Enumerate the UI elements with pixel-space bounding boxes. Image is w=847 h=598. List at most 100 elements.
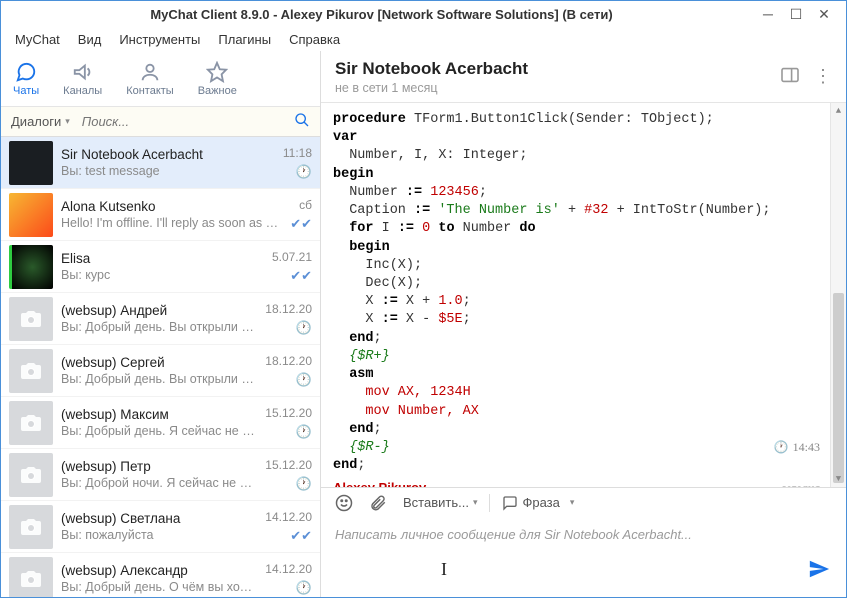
chat-time: 5.07.21 (272, 250, 312, 264)
chat-name: (websup) Светлана (61, 511, 257, 526)
message-time-1: 🕐 14:43 (774, 439, 820, 455)
toolbar-channels[interactable]: Каналы (63, 61, 102, 97)
menu-view[interactable]: Вид (70, 29, 110, 50)
check-icon: ✔✔ (290, 528, 312, 544)
clock-icon: 🕐 (296, 164, 312, 180)
send-button[interactable] (808, 558, 830, 583)
attach-button[interactable] (365, 492, 391, 514)
compose-input[interactable]: Написать личное сообщение для Sir Notebo… (321, 517, 846, 597)
scrollbar-vertical[interactable]: ▲ ▼ (830, 103, 846, 487)
dialogs-dropdown[interactable]: Диалоги ▾ (1, 114, 76, 129)
scroll-down-icon[interactable]: ▼ (831, 471, 846, 487)
toolbar-important[interactable]: Важное (198, 61, 237, 97)
avatar (9, 193, 53, 237)
chat-row[interactable]: Elisa Вы: курс 5.07.21 ✔✔ (1, 241, 320, 293)
emoji-button[interactable] (331, 492, 357, 514)
clock-icon: 🕐 (774, 439, 789, 455)
menu-plugins[interactable]: Плагины (210, 29, 279, 50)
text-cursor-icon: I (441, 559, 447, 580)
toolbar-contacts-label: Контакты (126, 85, 174, 97)
toolbar-chats[interactable]: Чаты (13, 61, 39, 97)
search-icon[interactable] (284, 112, 320, 131)
close-button[interactable]: ✕ (810, 4, 838, 24)
more-icon[interactable]: ⋮ (814, 66, 832, 87)
chat-time: 15.12.20 (265, 458, 312, 472)
chats-icon (15, 61, 37, 83)
right-pane: Sir Notebook Acerbacht не в сети 1 месяц… (321, 51, 846, 597)
check-icon: ✔✔ (290, 216, 312, 232)
messages-area[interactable]: procedure TForm1.Button1Click(Sender: TO… (321, 103, 846, 487)
menu-mychat[interactable]: MyChat (7, 29, 68, 50)
avatar (9, 453, 53, 497)
chat-time: 18.12.20 (265, 302, 312, 316)
chat-time: 15.12.20 (265, 406, 312, 420)
chat-preview: Вы: Добрый день. О чём вы хотели с... (61, 580, 257, 594)
search-input[interactable] (76, 114, 284, 129)
avatar (9, 349, 53, 393)
message-day-label: сегодня (781, 480, 820, 487)
window-title: MyChat Client 8.9.0 - Alexey Pikurov [Ne… (9, 7, 754, 22)
avatar (9, 505, 53, 549)
chat-preview: Hello! I'm offline. I'll reply as soon a… (61, 216, 282, 230)
chat-preview: Вы: Добрый день. Вы открыли со мн... (61, 320, 257, 334)
chat-row[interactable]: Alona KutsenkoHello! I'm offline. I'll r… (1, 189, 320, 241)
panel-toggle-icon[interactable] (780, 67, 800, 86)
chevron-down-icon: ▾ (570, 497, 575, 508)
chat-name: Sir Notebook Acerbacht (61, 147, 275, 162)
chat-row[interactable]: (websup) Петр Вы: Доброй ночи. Я сейчас н… (1, 449, 320, 501)
search-row: Диалоги ▾ (1, 107, 320, 137)
scroll-thumb[interactable] (833, 293, 844, 483)
conversation-title: Sir Notebook Acerbacht (335, 59, 780, 79)
chat-name: (websup) Петр (61, 459, 257, 474)
toolbar-contacts[interactable]: Контакты (126, 61, 174, 97)
menubar: MyChat Вид Инструменты Плагины Справка (1, 27, 846, 51)
insert-button[interactable]: Вставить... ▾ (399, 493, 481, 512)
titlebar[interactable]: MyChat Client 8.9.0 - Alexey Pikurov [Ne… (1, 1, 846, 27)
chat-time: 14.12.20 (265, 510, 312, 524)
menu-help[interactable]: Справка (281, 29, 348, 50)
chat-row[interactable]: (websup) Александр Вы: Добрый день. О чём… (1, 553, 320, 597)
chat-preview: Вы: Добрый день. Я сейчас не в офи... (61, 424, 257, 438)
chat-preview: Вы: Добрый день. Вы открыли со мн... (61, 372, 257, 386)
avatar (9, 297, 53, 341)
chat-row[interactable]: (websup) Максим Вы: Добрый день. Я сейчас… (1, 397, 320, 449)
clock-icon: 🕐 (296, 580, 312, 596)
chat-name: Elisa (61, 251, 264, 266)
chat-name: (websup) Сергей (61, 355, 257, 370)
compose-toolbar: Вставить... ▾ Фраза ▾ (321, 487, 846, 517)
chat-preview: Вы: Доброй ночи. Я сейчас не в офи... (61, 476, 257, 490)
star-icon (206, 61, 228, 83)
dialogs-label: Диалоги (11, 114, 61, 129)
left-pane: Чаты Каналы Контакты Важное Диалоги ▾ (1, 51, 321, 597)
chat-preview: Вы: курс (61, 268, 264, 282)
chevron-down-icon: ▾ (65, 116, 70, 127)
toolbar-important-label: Важное (198, 85, 237, 97)
chat-name: (websup) Андрей (61, 303, 257, 318)
phrase-button[interactable]: Фраза ▾ (498, 493, 578, 513)
check-icon: ✔✔ (290, 268, 312, 284)
conversation-status: не в сети 1 месяц (335, 81, 780, 95)
menu-tools[interactable]: Инструменты (111, 29, 208, 50)
maximize-button[interactable]: ☐ (782, 4, 810, 24)
code-message: procedure TForm1.Button1Click(Sender: TO… (333, 111, 834, 475)
chat-header: Sir Notebook Acerbacht не в сети 1 месяц… (321, 51, 846, 103)
contacts-icon (139, 61, 161, 83)
compose-placeholder: Написать личное сообщение для Sir Notebo… (335, 527, 832, 542)
divider (489, 494, 490, 512)
chat-row[interactable]: (websup) СветланаВы: пожалуйста14.12.20✔… (1, 501, 320, 553)
main-toolbar: Чаты Каналы Контакты Важное (1, 51, 320, 107)
chat-name: (websup) Максим (61, 407, 257, 422)
scroll-up-icon[interactable]: ▲ (831, 103, 846, 119)
chat-list[interactable]: Sir Notebook AcerbachtВы: test message11… (1, 137, 320, 597)
chat-row[interactable]: Sir Notebook AcerbachtВы: test message11… (1, 137, 320, 189)
avatar (9, 557, 53, 598)
toolbar-chats-label: Чаты (13, 85, 39, 97)
chat-time: 11:18 (283, 146, 312, 160)
chat-row[interactable]: (websup) Сергей Вы: Добрый день. Вы откры… (1, 345, 320, 397)
chat-row[interactable]: (websup) Андрей Вы: Добрый день. Вы откры… (1, 293, 320, 345)
avatar (9, 141, 53, 185)
minimize-button[interactable]: ─ (754, 4, 782, 24)
chat-time: 18.12.20 (265, 354, 312, 368)
chat-name: (websup) Александр (61, 563, 257, 578)
clock-icon: 🕐 (296, 424, 312, 440)
